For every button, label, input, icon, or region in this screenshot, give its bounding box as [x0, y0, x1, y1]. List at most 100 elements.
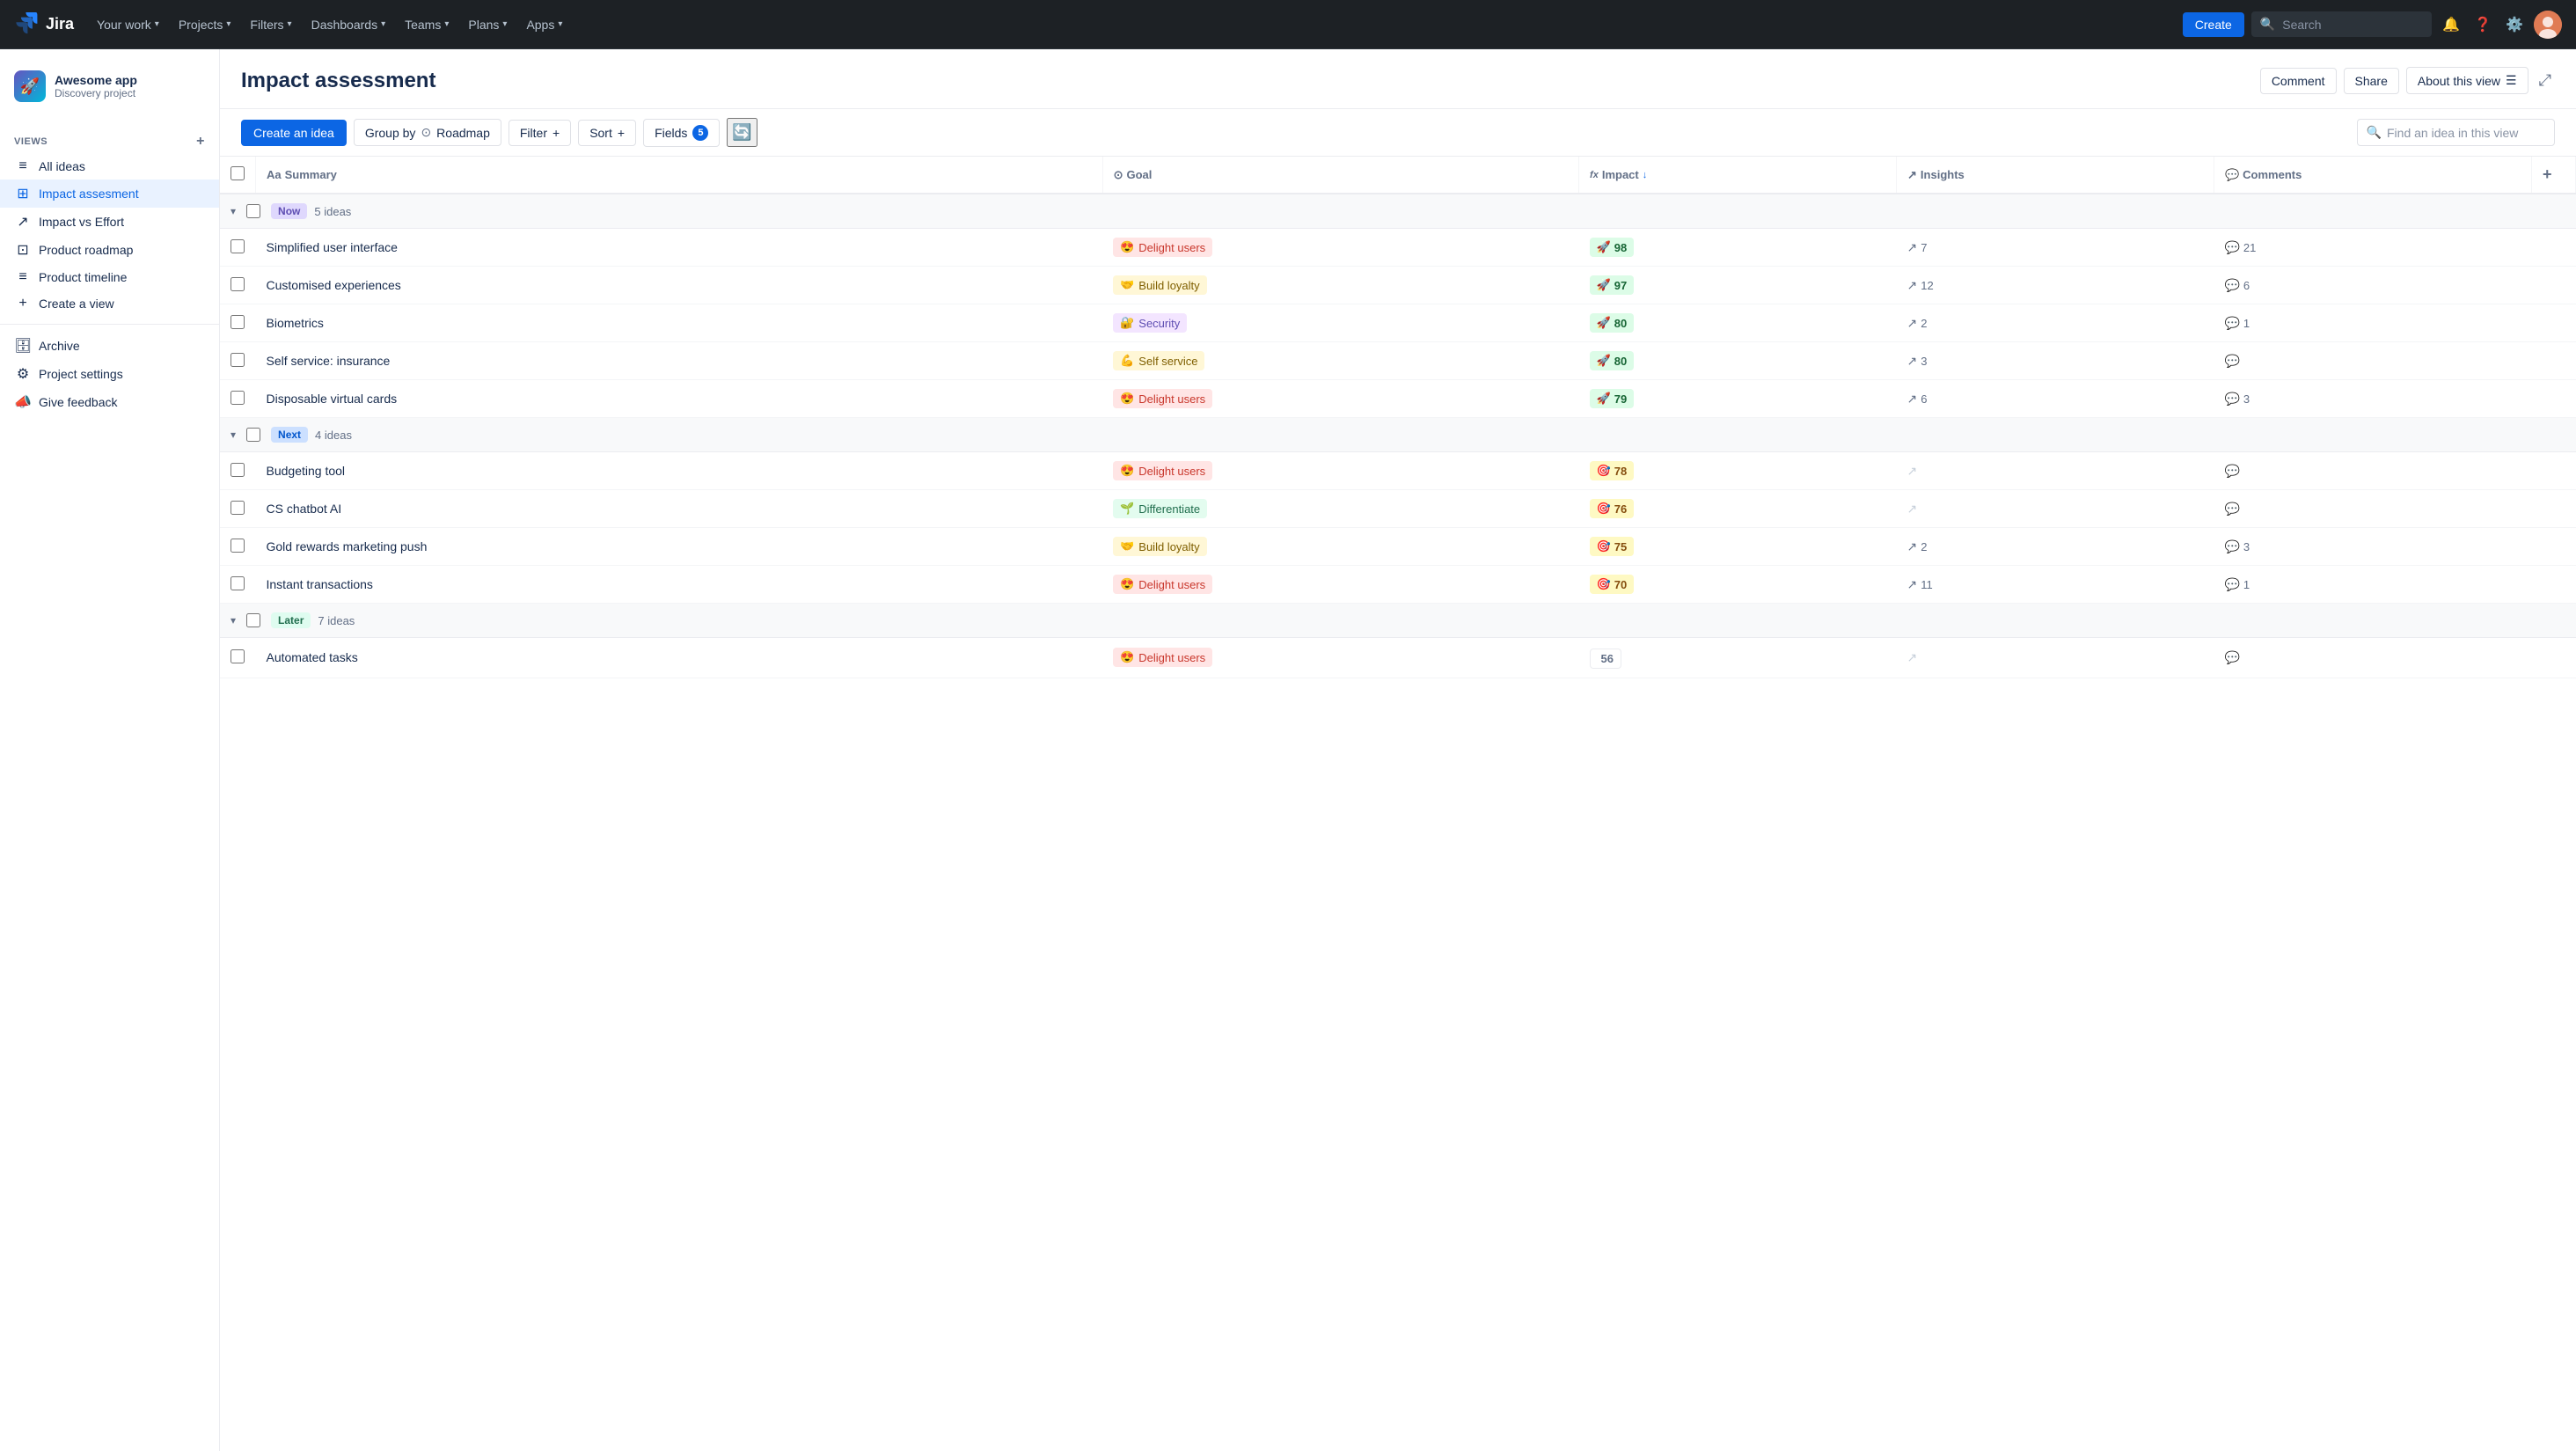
group-checkbox-later[interactable]	[246, 613, 260, 627]
nav-create-button[interactable]: Create	[2183, 12, 2244, 37]
sidebar-project[interactable]: 🚀 Awesome app Discovery project	[0, 63, 219, 116]
sidebar: 🚀 Awesome app Discovery project VIEWS + …	[0, 49, 220, 1451]
row-checkbox-cell	[220, 638, 256, 678]
sidebar-item-impact-vs-effort[interactable]: ↗Impact vs Effort	[0, 208, 219, 236]
add-column-icon[interactable]: +	[2543, 165, 2552, 183]
add-view-icon[interactable]: +	[196, 134, 205, 150]
row-summary-text[interactable]: Budgeting tool	[267, 464, 346, 478]
nav-item-filters[interactable]: Filters ▾	[241, 12, 300, 37]
row-select-checkbox[interactable]	[231, 463, 245, 477]
header-add-col[interactable]: +	[2532, 157, 2576, 194]
goal-badge[interactable]: 🌱 Differentiate	[1113, 499, 1207, 518]
ideas-search-box[interactable]: 🔍	[2357, 119, 2555, 146]
group-toggle-next[interactable]: ▾	[231, 429, 236, 441]
nav-item-teams[interactable]: Teams ▾	[396, 12, 457, 37]
sidebar-item-impact-assesment[interactable]: ⊞Impact assesment	[0, 180, 219, 208]
row-summary-text[interactable]: Simplified user interface	[267, 240, 398, 254]
goal-badge[interactable]: 🤝 Build loyalty	[1113, 537, 1207, 556]
impact-score[interactable]: 🎯 70	[1590, 575, 1635, 594]
impact-score[interactable]: 🚀 98	[1590, 238, 1635, 257]
row-summary-text[interactable]: Disposable virtual cards	[267, 392, 398, 406]
row-select-checkbox[interactable]	[231, 576, 245, 590]
row-summary-text[interactable]: Customised experiences	[267, 278, 401, 292]
search-input[interactable]	[2282, 18, 2423, 32]
row-select-checkbox[interactable]	[231, 315, 245, 329]
nav-item-your-work[interactable]: Your work ▾	[88, 12, 168, 37]
group-by-button[interactable]: Group by ⊙ Roadmap	[354, 119, 501, 146]
share-button[interactable]: Share	[2344, 68, 2399, 94]
goal-badge[interactable]: 😍 Delight users	[1113, 389, 1212, 408]
impact-score[interactable]: 🚀 79	[1590, 389, 1635, 408]
nav-search-box[interactable]: 🔍	[2251, 11, 2432, 37]
impact-score[interactable]: 🚀 80	[1590, 313, 1635, 333]
row-summary-text[interactable]: Self service: insurance	[267, 354, 391, 368]
row-select-checkbox[interactable]	[231, 501, 245, 515]
goal-badge[interactable]: 🤝 Build loyalty	[1113, 275, 1207, 295]
impact-score[interactable]: 56	[1590, 649, 1621, 669]
notifications-icon[interactable]: 🔔	[2439, 12, 2463, 37]
group-checkbox-now[interactable]	[246, 204, 260, 218]
nav-logo[interactable]: Jira	[14, 12, 74, 37]
sidebar-item-all-ideas[interactable]: ≡All ideas	[0, 153, 219, 180]
sidebar-bottom-project-settings[interactable]: ⚙Project settings	[0, 360, 219, 388]
impact-score[interactable]: 🚀 97	[1590, 275, 1635, 295]
impact-score[interactable]: 🚀 80	[1590, 351, 1635, 370]
impact-score[interactable]: 🎯 75	[1590, 537, 1635, 556]
group-checkbox-next[interactable]	[246, 428, 260, 442]
sidebar-item-product-roadmap[interactable]: ⊡Product roadmap	[0, 236, 219, 264]
group-toggle-now[interactable]: ▾	[231, 205, 236, 217]
comment-button[interactable]: Comment	[2260, 68, 2337, 94]
impact-score[interactable]: 🎯 76	[1590, 499, 1635, 518]
row-summary-text[interactable]: Instant transactions	[267, 577, 373, 591]
row-select-checkbox[interactable]	[231, 539, 245, 553]
header-goal[interactable]: ⊙ Goal	[1102, 157, 1578, 194]
row-select-checkbox[interactable]	[231, 353, 245, 367]
row-summary-text[interactable]: Biometrics	[267, 316, 324, 330]
goal-badge[interactable]: 😍 Delight users	[1113, 238, 1212, 257]
row-select-checkbox[interactable]	[231, 239, 245, 253]
header-insights[interactable]: ↗ Insights	[1897, 157, 2214, 194]
sidebar-item-product-timeline[interactable]: ≡Product timeline	[0, 264, 219, 290]
refresh-button[interactable]: 🔄	[727, 118, 757, 147]
goal-badge[interactable]: 🔐 Security	[1113, 313, 1187, 333]
help-icon[interactable]: ❓	[2470, 12, 2495, 37]
create-idea-button[interactable]: Create an idea	[241, 120, 347, 146]
nav-item-dashboards[interactable]: Dashboards ▾	[303, 12, 395, 37]
row-summary-text[interactable]: Automated tasks	[267, 650, 358, 664]
expand-button[interactable]: ⤢	[2536, 68, 2555, 93]
group-toggle-later[interactable]: ▾	[231, 614, 236, 627]
row-select-checkbox[interactable]	[231, 277, 245, 291]
impact-score[interactable]: 🎯 78	[1590, 461, 1635, 480]
row-comments-cell: 💬3	[2214, 380, 2531, 418]
top-navigation: Jira Your work ▾Projects ▾Filters ▾Dashb…	[0, 0, 2576, 49]
row-summary-text[interactable]: Gold rewards marketing push	[267, 539, 428, 553]
header-impact[interactable]: fx Impact ↓	[1579, 157, 1897, 194]
row-select-checkbox[interactable]	[231, 391, 245, 405]
select-all-checkbox[interactable]	[231, 166, 245, 180]
sidebar-item-create-a-view[interactable]: +Create a view	[0, 290, 219, 317]
row-select-checkbox[interactable]	[231, 649, 245, 663]
row-checkbox-cell	[220, 342, 256, 380]
nav-item-plans[interactable]: Plans ▾	[459, 12, 516, 37]
sidebar-bottom-archive[interactable]: 🗄Archive	[0, 332, 219, 360]
header-summary[interactable]: Aa Summary	[256, 157, 1103, 194]
header-comments[interactable]: 💬 Comments	[2214, 157, 2531, 194]
impact-value: 56	[1601, 652, 1614, 665]
nav-item-apps[interactable]: Apps ▾	[517, 12, 571, 37]
goal-badge[interactable]: 😍 Delight users	[1113, 461, 1212, 480]
about-view-button[interactable]: About this view ☰	[2406, 67, 2528, 94]
sort-button[interactable]: Sort +	[578, 120, 636, 146]
goal-badge[interactable]: 😍 Delight users	[1113, 575, 1212, 594]
nav-item-projects[interactable]: Projects ▾	[170, 12, 240, 37]
row-summary-text[interactable]: CS chatbot AI	[267, 502, 342, 516]
goal-badge[interactable]: 💪 Self service	[1113, 351, 1204, 370]
fields-button[interactable]: Fields 5	[643, 119, 720, 147]
goal-badge[interactable]: 😍 Delight users	[1113, 648, 1212, 667]
group-by-icon: ⊙	[421, 125, 431, 140]
filter-button[interactable]: Filter +	[509, 120, 571, 146]
user-avatar[interactable]	[2534, 11, 2562, 39]
sidebar-bottom-give-feedback[interactable]: 📣Give feedback	[0, 388, 219, 416]
ideas-search-input[interactable]	[2387, 126, 2545, 140]
settings-icon[interactable]: ⚙️	[2502, 12, 2527, 37]
row-checkbox-cell	[220, 380, 256, 418]
